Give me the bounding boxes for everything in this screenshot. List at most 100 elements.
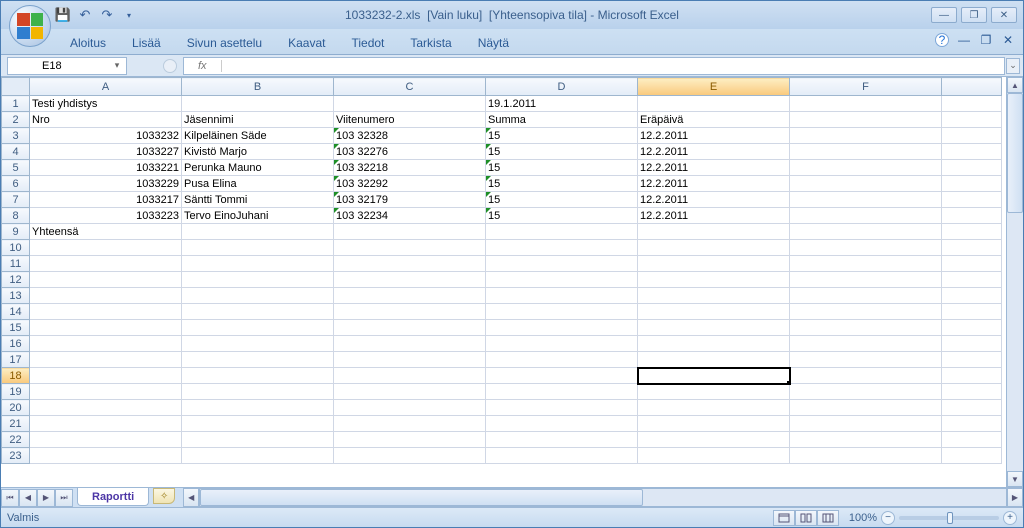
- cell-D11[interactable]: [486, 256, 638, 272]
- cell-A14[interactable]: [30, 304, 182, 320]
- cell-F10[interactable]: [790, 240, 942, 256]
- cell-C2[interactable]: Viitenumero: [334, 112, 486, 128]
- cell-D17[interactable]: [486, 352, 638, 368]
- cell-A2[interactable]: Nro: [30, 112, 182, 128]
- cell-F21[interactable]: [790, 416, 942, 432]
- undo-icon[interactable]: ↶: [77, 7, 93, 23]
- cell-B19[interactable]: [182, 384, 334, 400]
- row-header-10[interactable]: 10: [2, 240, 30, 256]
- hscroll-thumb[interactable]: [200, 489, 643, 506]
- cell-E12[interactable]: [638, 272, 790, 288]
- cell-overflow[interactable]: [942, 272, 1002, 288]
- cell-overflow[interactable]: [942, 384, 1002, 400]
- scroll-left-icon[interactable]: ◀: [183, 488, 199, 507]
- cell-A10[interactable]: [30, 240, 182, 256]
- cell-C6[interactable]: 103 32292: [334, 176, 486, 192]
- cell-overflow[interactable]: [942, 448, 1002, 464]
- cell-C22[interactable]: [334, 432, 486, 448]
- cell-E22[interactable]: [638, 432, 790, 448]
- cell-F11[interactable]: [790, 256, 942, 272]
- row-header-5[interactable]: 5: [2, 160, 30, 176]
- close-button[interactable]: ✕: [991, 7, 1017, 23]
- view-normal-icon[interactable]: [773, 510, 795, 526]
- cell-B6[interactable]: Pusa Elina: [182, 176, 334, 192]
- col-header-overflow[interactable]: [942, 78, 1002, 96]
- cell-B21[interactable]: [182, 416, 334, 432]
- cell-B12[interactable]: [182, 272, 334, 288]
- horizontal-scrollbar[interactable]: ◀ ▶: [183, 488, 1023, 507]
- zoom-out-icon[interactable]: −: [881, 511, 895, 525]
- tab-nayta[interactable]: Näytä: [465, 32, 522, 54]
- cell-D16[interactable]: [486, 336, 638, 352]
- cell-B3[interactable]: Kilpeläinen Säde: [182, 128, 334, 144]
- cell-overflow[interactable]: [942, 352, 1002, 368]
- cell-A19[interactable]: [30, 384, 182, 400]
- cell-F14[interactable]: [790, 304, 942, 320]
- row-header-21[interactable]: 21: [2, 416, 30, 432]
- cell-B17[interactable]: [182, 352, 334, 368]
- cell-F6[interactable]: [790, 176, 942, 192]
- zoom-value[interactable]: 100%: [849, 512, 877, 524]
- cell-E3[interactable]: 12.2.2011: [638, 128, 790, 144]
- cell-C5[interactable]: 103 32218: [334, 160, 486, 176]
- cell-overflow[interactable]: [942, 176, 1002, 192]
- cell-B14[interactable]: [182, 304, 334, 320]
- cell-E11[interactable]: [638, 256, 790, 272]
- cell-A22[interactable]: [30, 432, 182, 448]
- cell-C1[interactable]: [334, 96, 486, 112]
- cell-D4[interactable]: 15: [486, 144, 638, 160]
- cell-F9[interactable]: [790, 224, 942, 240]
- cell-E9[interactable]: [638, 224, 790, 240]
- cell-B11[interactable]: [182, 256, 334, 272]
- cell-C8[interactable]: 103 32234: [334, 208, 486, 224]
- vertical-scrollbar[interactable]: ▲ ▼: [1006, 77, 1023, 487]
- cell-C17[interactable]: [334, 352, 486, 368]
- col-header-C[interactable]: C: [334, 78, 486, 96]
- redo-icon[interactable]: ↷: [99, 7, 115, 23]
- cell-D20[interactable]: [486, 400, 638, 416]
- cell-C14[interactable]: [334, 304, 486, 320]
- cell-C21[interactable]: [334, 416, 486, 432]
- cell-F4[interactable]: [790, 144, 942, 160]
- view-page-layout-icon[interactable]: [795, 510, 817, 526]
- cell-C20[interactable]: [334, 400, 486, 416]
- row-header-19[interactable]: 19: [2, 384, 30, 400]
- cell-F12[interactable]: [790, 272, 942, 288]
- cell-F5[interactable]: [790, 160, 942, 176]
- cell-A23[interactable]: [30, 448, 182, 464]
- cell-F8[interactable]: [790, 208, 942, 224]
- cell-D21[interactable]: [486, 416, 638, 432]
- cell-D13[interactable]: [486, 288, 638, 304]
- row-header-16[interactable]: 16: [2, 336, 30, 352]
- help-icon[interactable]: ?: [935, 33, 949, 47]
- tab-lisaa[interactable]: Lisää: [119, 32, 174, 54]
- cell-overflow[interactable]: [942, 128, 1002, 144]
- cell-D6[interactable]: 15: [486, 176, 638, 192]
- cell-C23[interactable]: [334, 448, 486, 464]
- cell-F13[interactable]: [790, 288, 942, 304]
- cell-D7[interactable]: 15: [486, 192, 638, 208]
- cell-D18[interactable]: [486, 368, 638, 384]
- cell-E20[interactable]: [638, 400, 790, 416]
- cell-C4[interactable]: 103 32276: [334, 144, 486, 160]
- cell-E18[interactable]: [638, 368, 790, 384]
- cell-A16[interactable]: [30, 336, 182, 352]
- cell-F15[interactable]: [790, 320, 942, 336]
- cell-C13[interactable]: [334, 288, 486, 304]
- zoom-slider[interactable]: [899, 516, 999, 520]
- scroll-down-icon[interactable]: ▼: [1007, 471, 1023, 487]
- cell-overflow[interactable]: [942, 96, 1002, 112]
- cell-A1[interactable]: Testi yhdistys: [30, 96, 182, 112]
- vscroll-thumb[interactable]: [1007, 93, 1023, 213]
- cell-E16[interactable]: [638, 336, 790, 352]
- cell-D23[interactable]: [486, 448, 638, 464]
- cell-overflow[interactable]: [942, 432, 1002, 448]
- cell-B9[interactable]: [182, 224, 334, 240]
- sheet-prev-icon[interactable]: ◀: [19, 489, 37, 507]
- cell-B20[interactable]: [182, 400, 334, 416]
- row-header-14[interactable]: 14: [2, 304, 30, 320]
- cell-C16[interactable]: [334, 336, 486, 352]
- cell-F20[interactable]: [790, 400, 942, 416]
- cell-A6[interactable]: 1033229: [30, 176, 182, 192]
- cell-E1[interactable]: [638, 96, 790, 112]
